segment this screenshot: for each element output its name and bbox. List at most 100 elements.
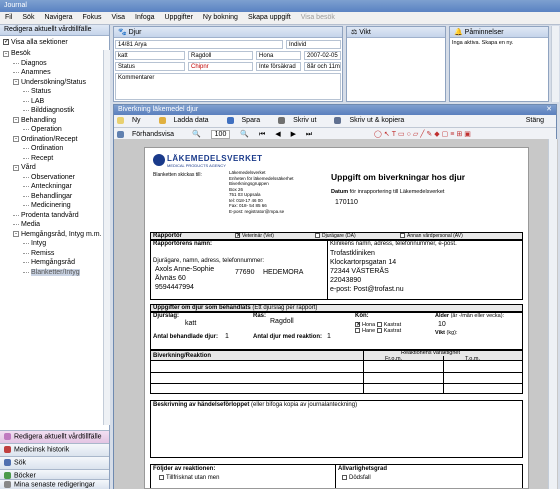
menu-view[interactable]: Visa <box>107 12 131 23</box>
tree-item[interactable]: Status <box>3 87 109 97</box>
nav-recent-edits[interactable]: Mina senaste redigeringar <box>0 479 109 489</box>
nav-search[interactable]: Sök <box>0 456 109 469</box>
menu-show-visit[interactable]: Visa besök <box>296 12 340 23</box>
owner-city[interactable]: HEDEMORA <box>263 269 303 276</box>
menu-new-booking[interactable]: Ny bokning <box>198 12 243 23</box>
load-data-button[interactable]: Ladda data <box>158 117 217 124</box>
animal-chip[interactable]: Chipnr <box>188 62 253 71</box>
animal-id[interactable]: 14/81 Arya <box>115 40 283 49</box>
menu-search[interactable]: Sök <box>17 12 39 23</box>
reacted-value[interactable]: 1 <box>327 333 331 340</box>
tree-item[interactable]: Hemgångsråd <box>3 258 109 268</box>
top-scrollbar[interactable] <box>551 26 559 102</box>
annotation-tools[interactable]: ◯↖T▭○▱╱✎◆▢≡⊞▣ <box>374 130 473 138</box>
prev-page-icon[interactable]: ◀ <box>275 131 280 138</box>
agency-logo-icon <box>153 154 165 166</box>
tree-item[interactable]: - Vård <box>3 163 109 173</box>
tree-item-label: Behandling <box>21 116 57 124</box>
collapse-toggle-icon[interactable]: - <box>13 136 19 143</box>
tree-item[interactable]: Blanketter/Intyg <box>3 268 109 278</box>
reporter-opt-owner[interactable]: Djurägare (DA) <box>315 233 356 239</box>
animal-status[interactable]: Status <box>115 62 185 71</box>
animal-breed[interactable]: Ragdoll <box>188 51 253 60</box>
tree-item[interactable]: Anamnes <box>3 68 109 78</box>
show-all-sections[interactable]: ✓ Visa alla sektioner <box>0 36 109 49</box>
next-page-icon[interactable]: ▶ <box>291 131 296 138</box>
last-page-icon[interactable]: ⏭ <box>306 131 312 138</box>
left-scrollbar[interactable] <box>103 50 110 425</box>
print-button[interactable]: Skriv ut <box>278 117 324 124</box>
tree-item[interactable]: Behandlingar <box>3 192 109 202</box>
tree-item[interactable]: LAB <box>3 97 109 107</box>
save-button[interactable]: Spara <box>226 117 269 124</box>
tree-item[interactable]: - Hemgångsråd, Intyg m.m. <box>3 230 109 240</box>
treated-value[interactable]: 1 <box>225 333 229 340</box>
menu-focus[interactable]: Fokus <box>77 12 106 23</box>
age-value[interactable]: 10 <box>438 321 446 328</box>
animal-sex[interactable]: Hona <box>256 51 301 60</box>
pdf-scrollbar[interactable] <box>548 139 557 489</box>
animal-individ[interactable]: Individ <box>286 40 341 49</box>
menu-insert[interactable]: Infoga <box>130 12 159 23</box>
first-page-icon[interactable]: ⏮ <box>259 131 265 138</box>
tree-item[interactable]: - Besök <box>3 49 109 59</box>
tree-item[interactable]: Diagnos <box>3 59 109 69</box>
reporter-opt-other[interactable]: Annan vårdpersonal (AV) <box>400 233 463 239</box>
breed-value[interactable]: Ragdoll <box>270 318 294 325</box>
tree-item[interactable]: - Undersökning/Status <box>3 78 109 88</box>
close-icon[interactable]: ✕ <box>546 105 552 113</box>
print-copy-button[interactable]: Skriv ut & kopiera <box>334 117 412 124</box>
tree-item[interactable]: - Behandling <box>3 116 109 126</box>
tree-item[interactable]: Observationer <box>3 173 109 183</box>
left-panel: Redigera aktuellt vårdtillfälle ✓ Visa al… <box>0 25 110 489</box>
tree-connector <box>23 176 29 178</box>
severity-option[interactable]: Dödsfall <box>342 475 371 481</box>
nav-edit-visit[interactable]: Redigera aktuellt vårdtillfälle <box>0 430 109 443</box>
tree-item[interactable]: Ordination <box>3 144 109 154</box>
new-button[interactable]: Ny <box>117 117 149 124</box>
animal-species[interactable]: katt <box>115 51 185 60</box>
description-box[interactable] <box>150 400 523 458</box>
owner-info[interactable]: Axols Anne-Sophie Älvnäs 60 9594447994 <box>155 265 214 292</box>
menu-navigate[interactable]: Navigera <box>39 12 77 23</box>
collapse-toggle-icon[interactable]: - <box>13 79 19 86</box>
collapse-toggle-icon[interactable]: - <box>13 164 19 171</box>
animal-insurance[interactable]: Inte försäkrad <box>256 62 301 71</box>
checkbox-icon[interactable]: ✓ <box>3 39 9 46</box>
clinic-info[interactable]: Trofastkliniken Klockartorpsgatan 14 72344… <box>330 249 404 294</box>
zoom-select[interactable]: 100 <box>210 130 231 139</box>
tree-item[interactable]: Intyg <box>3 239 109 249</box>
animal-age[interactable]: 8år och 11mr <box>304 62 341 71</box>
tree-connector <box>23 271 29 273</box>
animal-dob[interactable]: 2007-02-05 <box>304 51 341 60</box>
date-value[interactable]: 170110 <box>335 199 358 206</box>
species-value[interactable]: katt <box>185 320 196 327</box>
tree-item[interactable]: - Ordination/Recept <box>3 135 109 145</box>
reporter-opt-vet[interactable]: ✕Veterinär (Vet) <box>235 233 274 239</box>
tree-item[interactable]: Operation <box>3 125 109 135</box>
tree-item[interactable]: Prodenta tandvård <box>3 211 109 221</box>
tree-item[interactable]: Medicinering <box>3 201 109 211</box>
tree-item[interactable]: Bilddiagnostik <box>3 106 109 116</box>
followup-option[interactable]: Tillfrisknat utan men <box>159 475 219 481</box>
tree-item[interactable]: Anteckningar <box>3 182 109 192</box>
nav-medical-history[interactable]: Medicinsk historik <box>0 443 109 456</box>
close-button[interactable]: Stäng <box>526 117 544 124</box>
menu-tasks[interactable]: Uppgifter <box>160 12 198 23</box>
owner-zip[interactable]: 77690 <box>235 269 254 276</box>
collapse-toggle-icon[interactable]: - <box>13 231 19 238</box>
collapse-toggle-icon[interactable]: - <box>3 50 9 57</box>
menu-create-task[interactable]: Skapa uppgift <box>243 12 296 23</box>
zoom-in-icon[interactable]: 🔍 <box>240 131 249 138</box>
zoom-out-icon[interactable]: 🔍 <box>192 131 201 138</box>
print-preview-button[interactable]: Förhandsvisa <box>117 130 182 138</box>
tree-item[interactable]: Remiss <box>3 249 109 259</box>
tree-item[interactable]: Media <box>3 220 109 230</box>
tree-item[interactable]: Recept <box>3 154 109 164</box>
sex-options[interactable]: ✕Hona Kastrat Hane Kastrat <box>355 322 401 334</box>
form-heading: Uppgift om biverkningar hos djur <box>331 172 466 182</box>
collapse-toggle-icon[interactable]: - <box>13 117 19 124</box>
nav-books[interactable]: Böcker <box>0 469 109 479</box>
animal-comment[interactable]: Kommentarer <box>115 73 341 100</box>
menu-file[interactable]: Fil <box>0 12 17 23</box>
